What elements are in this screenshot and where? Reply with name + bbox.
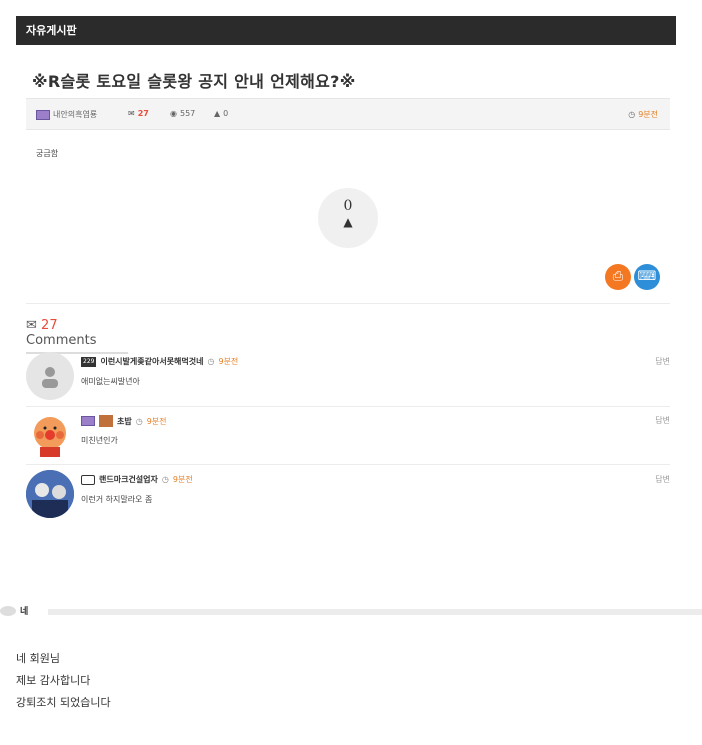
author-block[interactable]: 내안의흑염룡 <box>36 109 97 120</box>
comment-header: 229 이런시발게좆같아서못해먹것네 ◷ 9분전 <box>81 356 238 367</box>
comments-total: 27 <box>41 318 58 333</box>
post-body: 궁금함 <box>36 149 59 158</box>
level-badge: 229 <box>81 356 97 367</box>
comment-item: 초밥 ◷ 9분전 미친년인가 답변 <box>26 411 670 463</box>
admin-reply-label: 네 <box>0 604 28 617</box>
comments-label: Comments <box>26 333 97 348</box>
photo-avatar-icon <box>26 470 74 518</box>
print-icon: ⎙ <box>612 269 624 284</box>
level-badge-icon <box>81 474 95 485</box>
admin-reply-title: 네 <box>20 607 29 617</box>
user-icon <box>99 415 113 427</box>
anpanman-avatar-icon <box>34 417 66 457</box>
default-avatar-icon <box>42 367 58 388</box>
comment-nick[interactable]: 초밥 <box>117 416 132 427</box>
comment-text: 애미없는씨발년아 <box>81 377 140 386</box>
reply-button[interactable]: 답변 <box>655 356 670 367</box>
thumbs-up-icon: ▲ <box>343 215 353 229</box>
clock-icon: ◷ <box>207 357 215 366</box>
avatar[interactable] <box>26 470 74 518</box>
comment-nick[interactable]: 이런시발게좆같아서못해먹것네 <box>100 356 203 367</box>
comment-icon: ✉ <box>128 109 135 118</box>
comment-time: 9분전 <box>218 357 239 366</box>
comment-item: 229 이런시발게좆같아서못해먹것네 ◷ 9분전 애미없는씨발년아 답변 <box>26 352 670 404</box>
reply-divider <box>48 609 702 615</box>
attach-button[interactable]: ⌨ <box>634 264 660 290</box>
comment-item: 랜드마크건설업자 ◷ 9분전 이런거 하지말라오 좀 답변 <box>26 470 670 522</box>
print-button[interactable]: ⎙ <box>605 264 631 290</box>
comment-time: 9분전 <box>172 475 193 484</box>
comment-text: 이런거 하지말라오 좀 <box>81 495 153 504</box>
comment-text: 미친년인가 <box>81 436 118 445</box>
view-count-block: ◉ 557 <box>170 109 195 118</box>
post-time-block: ◷ 9분전 <box>628 109 658 120</box>
section-divider <box>26 303 670 304</box>
level-badge-icon <box>81 416 95 426</box>
post-title: ※R슬롯 토요일 슬롯왕 공지 안내 언제해요?※ <box>32 72 356 91</box>
avatar[interactable] <box>26 411 74 459</box>
admin-reply-text: 네 회원님 제보 감사합니다 강퇴조치 되었습니다 <box>16 648 111 714</box>
post-meta-bar: 내안의흑염룡 ✉ 27 ◉ 557 ▲ 0 ◷ 9분전 <box>26 98 670 130</box>
like-button[interactable]: 0 ▲ <box>318 188 378 248</box>
clock-icon: ◷ <box>135 416 143 426</box>
author-name[interactable]: 내안의흑염룡 <box>53 109 97 120</box>
reply-line: 제보 감사합니다 <box>16 674 91 687</box>
comment-divider <box>26 406 670 407</box>
reply-line: 네 회원님 <box>16 652 60 665</box>
like-count-small: 0 <box>223 109 229 118</box>
comment-nick[interactable]: 랜드마크건설업자 <box>99 474 158 485</box>
comments-header: ✉ 27 Comments <box>26 318 128 354</box>
like-count-block: ▲ 0 <box>214 109 228 118</box>
avatar[interactable] <box>26 352 74 400</box>
reply-button[interactable]: 답변 <box>655 415 670 426</box>
thumbs-up-icon: ▲ <box>214 109 221 118</box>
comment-header: 초밥 ◷ 9분전 <box>81 415 167 427</box>
comment-header: 랜드마크건설업자 ◷ 9분전 <box>81 474 193 485</box>
post-time: 9분전 <box>638 110 658 119</box>
comment-time: 9분전 <box>146 416 167 426</box>
board-title[interactable]: 자유게시판 <box>26 24 77 37</box>
comment-count-block: ✉ 27 <box>128 109 149 118</box>
eye-icon: ◉ <box>170 109 177 118</box>
board-header: 자유게시판 <box>16 16 676 45</box>
paperclip-icon: ⌨ <box>637 269 657 284</box>
like-count: 0 <box>343 198 353 214</box>
reply-button[interactable]: 답변 <box>655 474 670 485</box>
speech-bubble-icon <box>0 605 16 616</box>
comment-divider <box>26 464 670 465</box>
level-badge-icon <box>36 109 50 120</box>
view-count: 557 <box>179 109 196 118</box>
comment-count: 27 <box>137 109 149 118</box>
reply-line: 강퇴조치 되었습니다 <box>16 696 111 709</box>
clock-icon: ◷ <box>628 110 636 119</box>
clock-icon: ◷ <box>161 475 169 484</box>
comment-icon: ✉ <box>26 318 37 333</box>
